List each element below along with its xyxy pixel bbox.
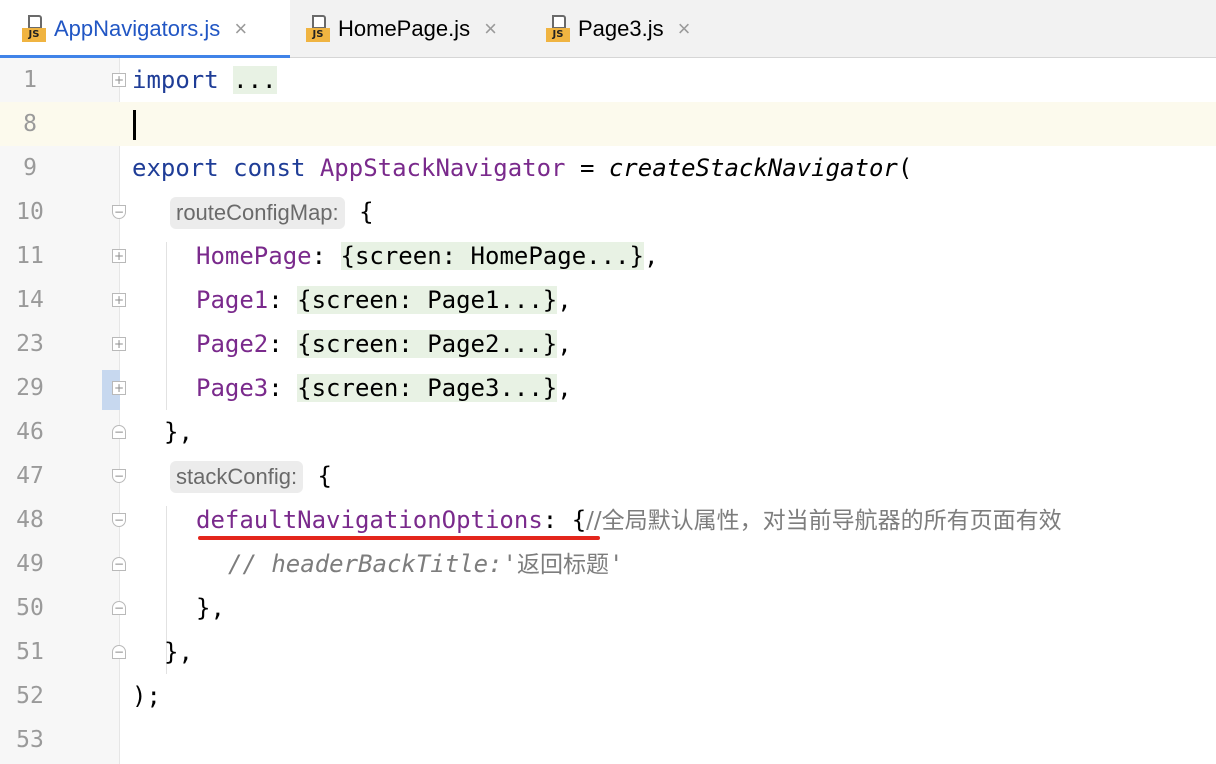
tab-title: HomePage.js bbox=[338, 15, 471, 41]
line-number: 9 bbox=[23, 155, 37, 181]
folded-region[interactable]: {screen: HomePage...} bbox=[340, 242, 644, 270]
red-underline-annotation bbox=[198, 536, 600, 540]
close-icon[interactable]: × bbox=[234, 16, 247, 42]
line-number: 14 bbox=[16, 287, 44, 313]
code-text: HomePage: {screen: HomePage...}, bbox=[196, 242, 659, 270]
code-text: // headerBackTitle:'返回标题' bbox=[228, 550, 624, 578]
folded-region[interactable]: {screen: Page1...} bbox=[297, 286, 558, 314]
tab-appnavigators[interactable]: JS AppNavigators.js × bbox=[0, 0, 290, 58]
code-text: stackConfig: { bbox=[170, 454, 332, 498]
code-line: 47 − stackConfig: { bbox=[0, 454, 1216, 498]
folded-region[interactable]: {screen: Page2...} bbox=[297, 330, 558, 358]
code-line: 51 − }, bbox=[0, 630, 1216, 674]
code-line: 23 + Page2: {screen: Page2...}, bbox=[0, 322, 1216, 366]
code-text: Page1: {screen: Page1...}, bbox=[196, 286, 572, 314]
line-number: 53 bbox=[16, 727, 44, 753]
code-text: Page3: {screen: Page3...}, bbox=[196, 374, 572, 402]
text-caret bbox=[133, 110, 136, 140]
line-number: 50 bbox=[16, 595, 44, 621]
fold-end-icon[interactable]: − bbox=[112, 601, 126, 615]
code-editor[interactable]: 1 + import ... 8 9 export const AppStack… bbox=[0, 58, 1216, 764]
line-number: 11 bbox=[16, 243, 44, 269]
editor-tab-bar: JS AppNavigators.js × JS HomePage.js × J… bbox=[0, 0, 1216, 58]
line-number: 48 bbox=[16, 507, 44, 533]
js-file-icon: JS bbox=[306, 14, 330, 43]
line-number: 23 bbox=[16, 331, 44, 357]
code-line-current: 8 bbox=[0, 102, 1216, 146]
fold-end-icon[interactable]: − bbox=[112, 557, 126, 571]
line-number: 46 bbox=[16, 419, 44, 445]
fold-collapse-icon[interactable]: − bbox=[112, 513, 126, 527]
code-text: }, bbox=[196, 594, 225, 622]
code-line: 1 + import ... bbox=[0, 58, 1216, 102]
line-number: 10 bbox=[16, 199, 44, 225]
js-file-icon: JS bbox=[22, 14, 46, 43]
line-number: 1 bbox=[23, 67, 37, 93]
parameter-hint: stackConfig: bbox=[170, 461, 304, 493]
code-text: export const AppStackNavigator = createS… bbox=[132, 154, 913, 182]
tab-homepage[interactable]: JS HomePage.js × bbox=[290, 0, 530, 57]
tab-title: AppNavigators.js bbox=[54, 15, 221, 41]
code-line: 9 export const AppStackNavigator = creat… bbox=[0, 146, 1216, 190]
code-line: 53 bbox=[0, 718, 1216, 762]
code-text: }, bbox=[164, 638, 193, 666]
line-number: 8 bbox=[23, 111, 37, 137]
code-line: 49 − // headerBackTitle:'返回标题' bbox=[0, 542, 1216, 586]
fold-expand-icon[interactable]: + bbox=[112, 381, 126, 395]
code-line: 10 − routeConfigMap: { bbox=[0, 190, 1216, 234]
code-line: 11 + HomePage: {screen: HomePage...}, bbox=[0, 234, 1216, 278]
code-text: }, bbox=[164, 418, 193, 446]
fold-collapse-icon[interactable]: − bbox=[112, 205, 126, 219]
code-text: ); bbox=[132, 682, 161, 710]
close-icon[interactable]: × bbox=[484, 16, 497, 42]
close-icon[interactable]: × bbox=[678, 16, 691, 42]
code-line: 46 − }, bbox=[0, 410, 1216, 454]
fold-end-icon[interactable]: − bbox=[112, 425, 126, 439]
code-text: import ... bbox=[132, 66, 277, 94]
fold-expand-icon[interactable]: + bbox=[112, 73, 126, 87]
fold-collapse-icon[interactable]: − bbox=[112, 469, 126, 483]
line-number: 52 bbox=[16, 683, 44, 709]
code-line: 50 − }, bbox=[0, 586, 1216, 630]
tab-page3[interactable]: JS Page3.js × bbox=[530, 0, 730, 57]
fold-expand-icon[interactable]: + bbox=[112, 293, 126, 307]
parameter-hint: routeConfigMap: bbox=[170, 197, 345, 229]
code-text: Page2: {screen: Page2...}, bbox=[196, 330, 572, 358]
fold-expand-icon[interactable]: + bbox=[112, 337, 126, 351]
code-line: 14 + Page1: {screen: Page1...}, bbox=[0, 278, 1216, 322]
line-number: 29 bbox=[16, 375, 44, 401]
code-text: routeConfigMap: { bbox=[170, 190, 374, 234]
code-line: 52 ); bbox=[0, 674, 1216, 718]
folded-region[interactable]: {screen: Page3...} bbox=[297, 374, 558, 402]
js-file-icon: JS bbox=[546, 14, 570, 43]
code-line: 48 − defaultNavigationOptions: {//全局默认属性… bbox=[0, 498, 1216, 542]
code-line: 29 + Page3: {screen: Page3...}, bbox=[0, 366, 1216, 410]
line-number: 47 bbox=[16, 463, 44, 489]
fold-expand-icon[interactable]: + bbox=[112, 249, 126, 263]
tab-title: Page3.js bbox=[578, 15, 664, 41]
line-number: 49 bbox=[16, 551, 44, 577]
line-number: 51 bbox=[16, 639, 44, 665]
fold-end-icon[interactable]: − bbox=[112, 645, 126, 659]
folded-region[interactable]: ... bbox=[233, 66, 277, 94]
